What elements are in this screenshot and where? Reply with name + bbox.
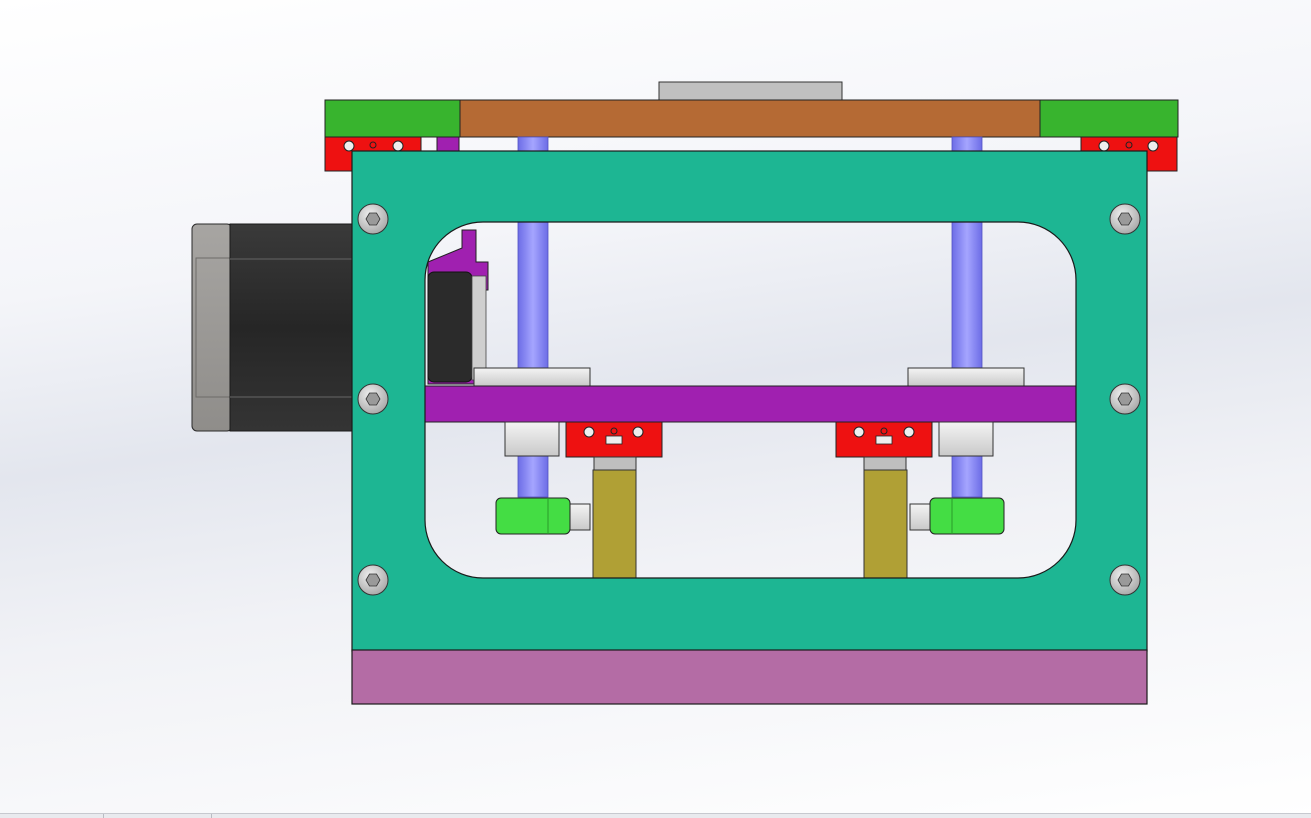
- motor-body: [229, 223, 355, 432]
- top-block-left[interactable]: [324, 99, 462, 138]
- top-cap[interactable]: [658, 81, 843, 103]
- hex-bolt-icon: [357, 203, 389, 235]
- main-frame[interactable]: [352, 151, 1147, 651]
- hex-bolt-icon: [1109, 383, 1141, 415]
- hex-bolt-icon: [357, 564, 389, 596]
- hex-bolt-icon: [1109, 203, 1141, 235]
- hex-bolt-icon: [357, 383, 389, 415]
- top-block-right[interactable]: [1038, 99, 1179, 138]
- screw-icon: [1147, 140, 1159, 152]
- cad-viewport[interactable]: [0, 0, 1311, 818]
- stepper-motor[interactable]: [191, 223, 355, 432]
- motor-end-cap: [191, 223, 233, 432]
- screw-icon: [1098, 140, 1110, 152]
- status-strip: [0, 813, 1311, 818]
- status-divider: [103, 814, 104, 818]
- status-divider: [211, 814, 212, 818]
- screw-icon: [392, 140, 404, 152]
- top-plate[interactable]: [459, 99, 1041, 138]
- screw-icon: [343, 140, 355, 152]
- assembly-model[interactable]: [0, 0, 1311, 817]
- hex-bolt-icon: [1109, 564, 1141, 596]
- bracket-tab: [436, 136, 460, 152]
- base-plate[interactable]: [351, 649, 1148, 705]
